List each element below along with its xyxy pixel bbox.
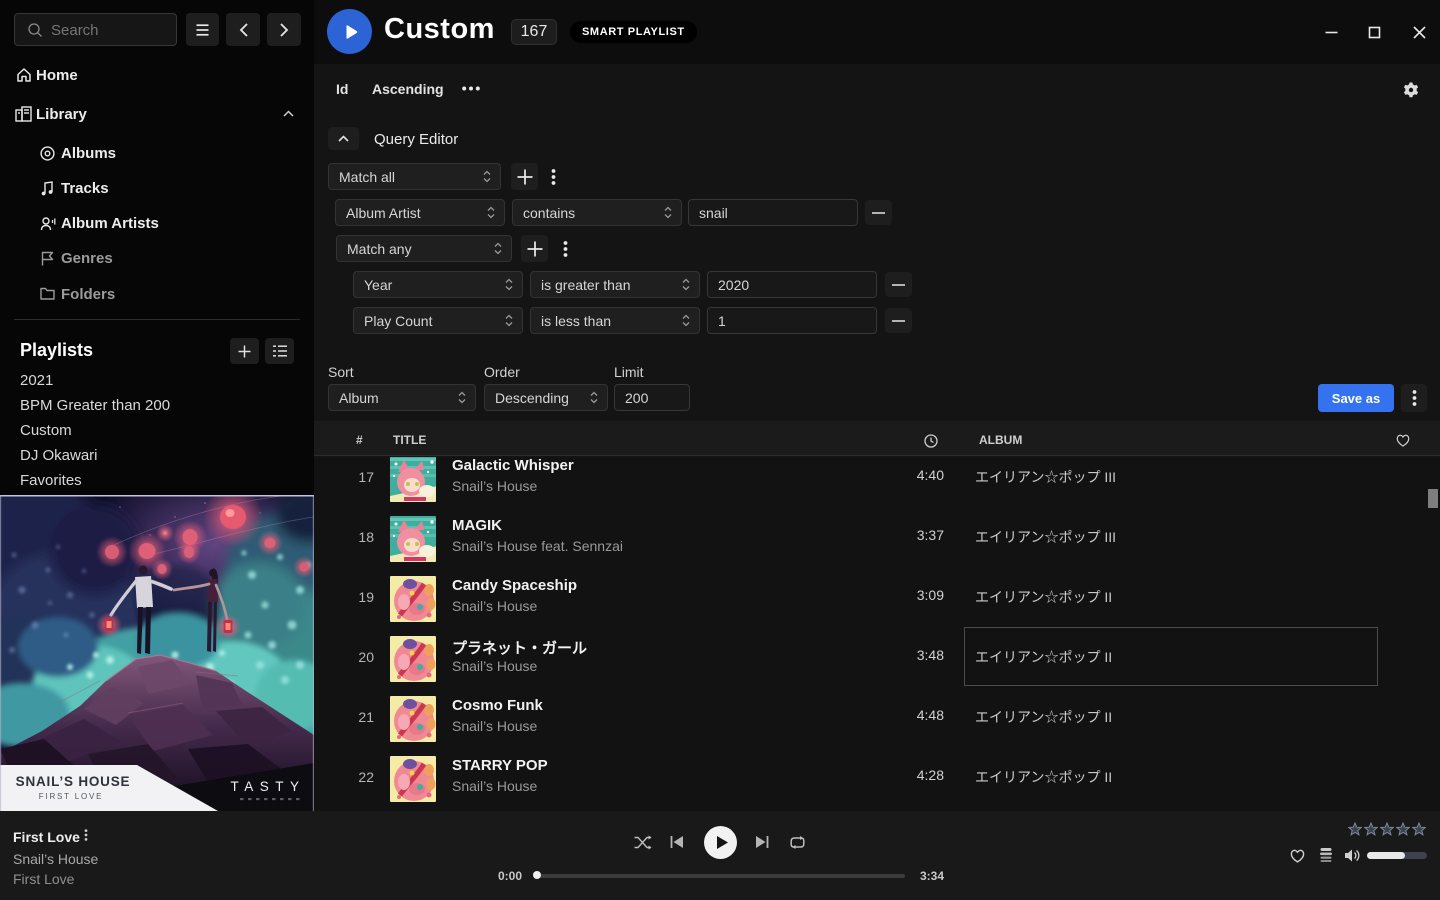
svg-text:TASTY: TASTY [230,779,305,794]
svg-text:SNAIL’S HOUSE: SNAIL’S HOUSE [16,774,131,789]
svg-text:FIRST LOVE: FIRST LOVE [39,792,104,801]
